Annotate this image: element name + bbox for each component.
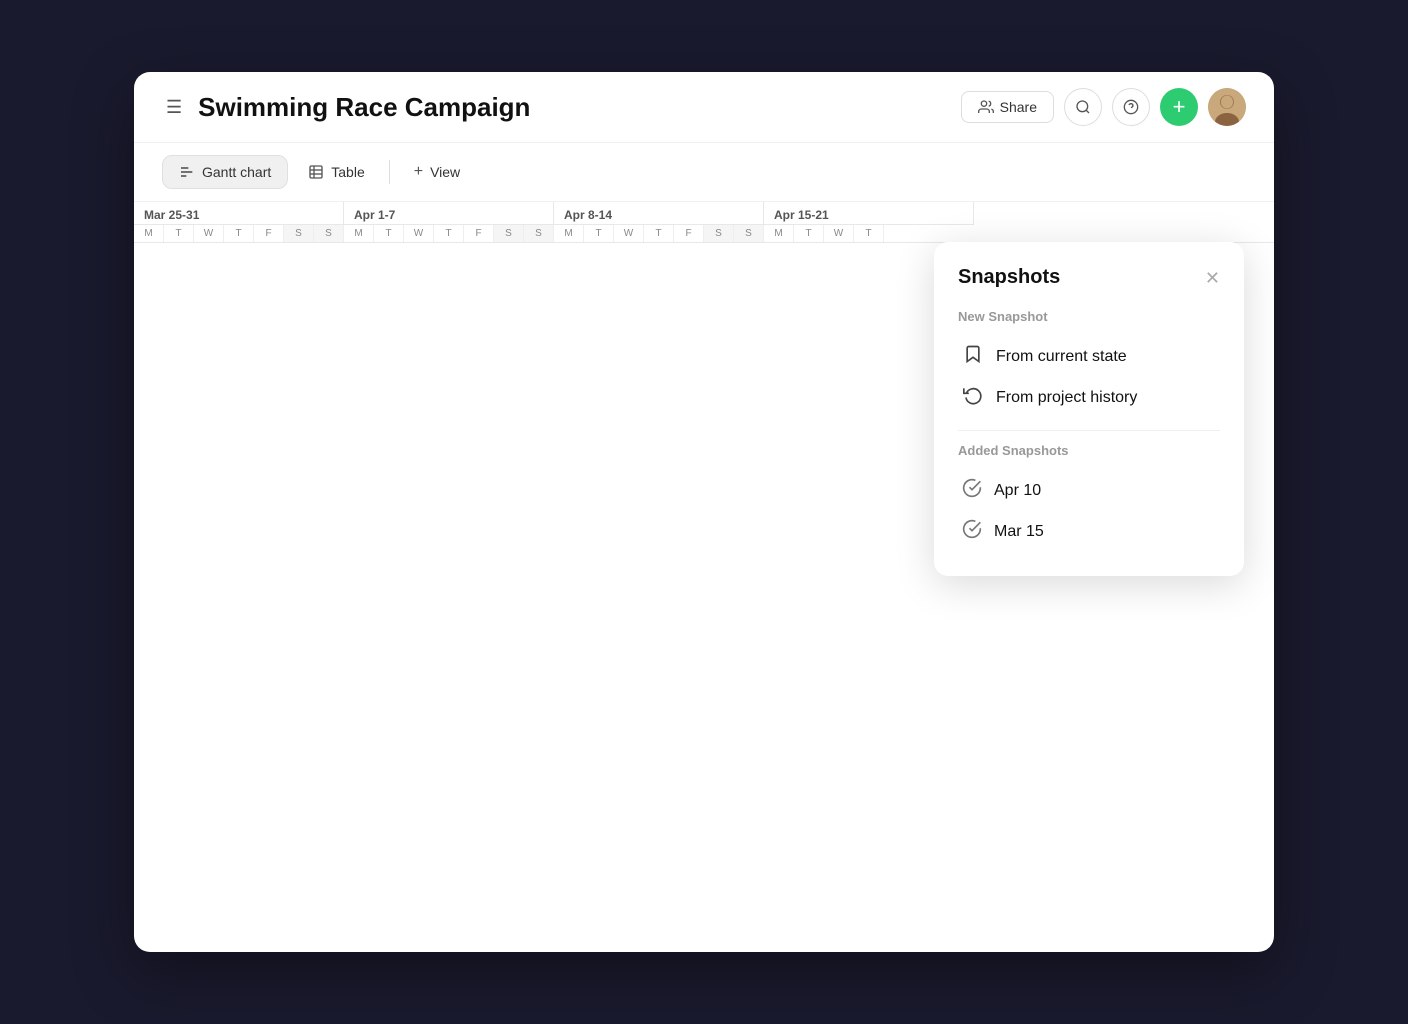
days-row: M T W T F S S — [554, 225, 764, 242]
day-cell: S — [284, 225, 314, 242]
days-row: M T W T — [764, 225, 974, 242]
week-mar25: Mar 25-31 M T W T F S S — [134, 202, 344, 242]
snapshot-apr10-label: Apr 10 — [994, 482, 1041, 500]
gantt-area: Mar 25-31 M T W T F S S Apr 1-7 M T W T — [134, 202, 1274, 243]
day-cell: T — [374, 225, 404, 242]
week-label: Apr 8-14 — [554, 202, 764, 225]
help-icon — [1123, 99, 1139, 115]
day-cell: F — [464, 225, 494, 242]
close-button[interactable]: ✕ — [1205, 269, 1220, 287]
week-apr15: Apr 15-21 M T W T — [764, 202, 974, 242]
day-cell: T — [224, 225, 254, 242]
week-apr1: Apr 1-7 M T W T F S S — [344, 202, 554, 242]
panel-title: Snapshots — [958, 266, 1060, 289]
week-label: Mar 25-31 — [134, 202, 344, 225]
from-project-history-item[interactable]: From project history — [958, 377, 1220, 418]
add-button[interactable]: + — [1160, 88, 1198, 126]
bookmark-icon — [962, 344, 984, 369]
search-button[interactable] — [1064, 88, 1102, 126]
day-cell: S — [704, 225, 734, 242]
day-cell: W — [824, 225, 854, 242]
day-cell: M — [764, 225, 794, 242]
day-cell: T — [434, 225, 464, 242]
day-cell: S — [494, 225, 524, 242]
day-cell: T — [164, 225, 194, 242]
share-button[interactable]: Share — [961, 91, 1054, 123]
new-snapshot-label: New snapshot — [958, 309, 1220, 324]
from-project-history-label: From project history — [996, 389, 1137, 407]
gantt-icon — [179, 164, 195, 180]
week-label: Apr 15-21 — [764, 202, 974, 225]
snapshot-apr10[interactable]: Apr 10 — [958, 470, 1220, 511]
day-cell: M — [344, 225, 374, 242]
toolbar: Gantt chart Table + View — [134, 143, 1274, 202]
header: ☰ Swimming Race Campaign Share + — [134, 72, 1274, 143]
day-cell: T — [794, 225, 824, 242]
avatar[interactable] — [1208, 88, 1246, 126]
table-button[interactable]: Table — [292, 156, 380, 188]
view-button[interactable]: + View — [398, 155, 476, 189]
from-current-state-label: From current state — [996, 348, 1127, 366]
search-icon — [1075, 99, 1091, 115]
week-label: Apr 1-7 — [344, 202, 554, 225]
header-actions: Share + — [961, 88, 1246, 126]
check-icon-mar15 — [962, 519, 982, 544]
day-cell: F — [254, 225, 284, 242]
check-icon-apr10 — [962, 478, 982, 503]
day-cell: F — [674, 225, 704, 242]
day-cell: W — [614, 225, 644, 242]
day-cell: S — [314, 225, 344, 242]
timeline-header: Mar 25-31 M T W T F S S Apr 1-7 M T W T — [134, 202, 1274, 243]
app-window: ☰ Swimming Race Campaign Share + — [134, 72, 1274, 952]
day-cell: S — [734, 225, 764, 242]
history-icon — [962, 385, 984, 410]
day-cell: T — [584, 225, 614, 242]
snapshots-panel: Snapshots ✕ New snapshot From current st… — [934, 242, 1244, 576]
day-cell: W — [404, 225, 434, 242]
day-cell: M — [134, 225, 164, 242]
days-row: M T W T F S S — [344, 225, 554, 242]
snapshot-mar15-label: Mar 15 — [994, 523, 1044, 541]
table-icon — [308, 164, 324, 180]
share-icon — [978, 99, 994, 115]
gantt-chart-button[interactable]: Gantt chart — [162, 155, 288, 189]
menu-icon[interactable]: ☰ — [162, 93, 186, 122]
snapshot-mar15[interactable]: Mar 15 — [958, 511, 1220, 552]
panel-divider — [958, 430, 1220, 431]
toolbar-divider — [389, 160, 390, 184]
day-cell: M — [554, 225, 584, 242]
day-cell: S — [524, 225, 554, 242]
from-current-state-item[interactable]: From current state — [958, 336, 1220, 377]
page-title: Swimming Race Campaign — [198, 92, 949, 123]
panel-header: Snapshots ✕ — [958, 266, 1220, 289]
day-cell: T — [644, 225, 674, 242]
avatar-image — [1208, 88, 1246, 126]
days-row: M T W T F S S — [134, 225, 344, 242]
day-cell: W — [194, 225, 224, 242]
week-apr8: Apr 8-14 M T W T F S S — [554, 202, 764, 242]
help-button[interactable] — [1112, 88, 1150, 126]
day-cell: T — [854, 225, 884, 242]
added-snapshots-label: Added snapshots — [958, 443, 1220, 458]
